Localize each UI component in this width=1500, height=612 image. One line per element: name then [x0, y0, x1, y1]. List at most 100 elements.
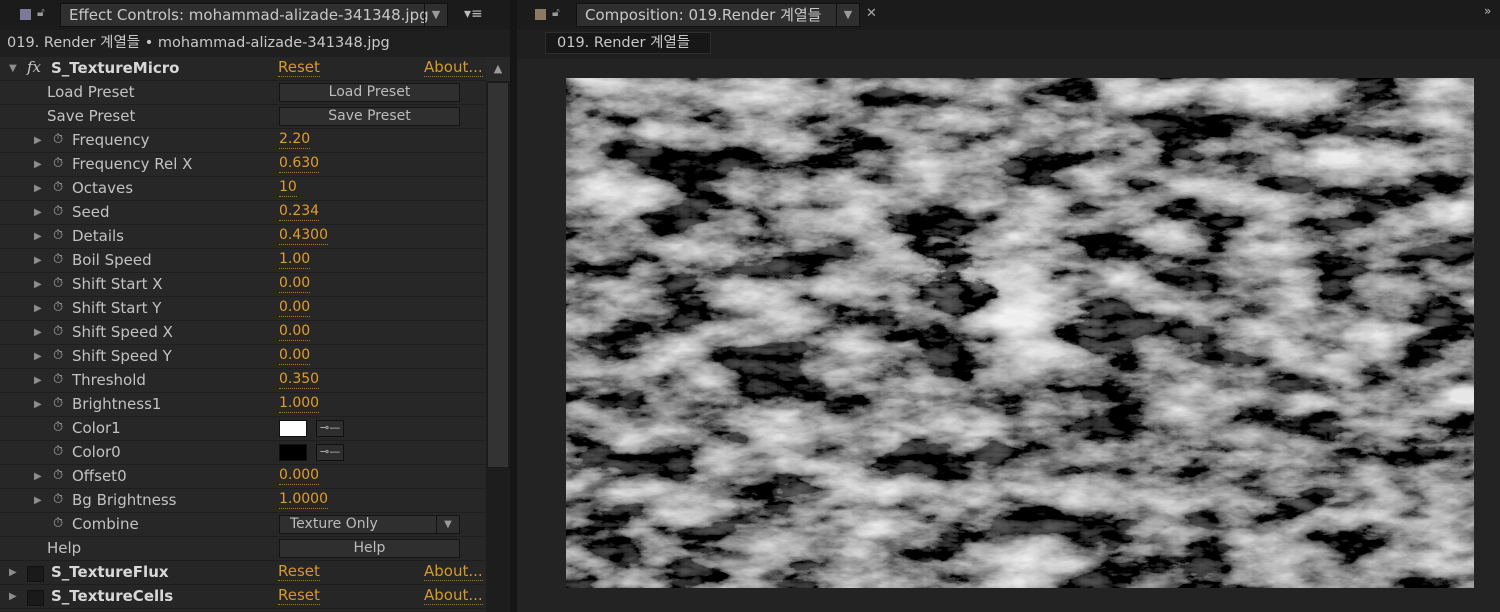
- eyedropper-icon[interactable]: ⊸—: [316, 420, 344, 437]
- expand-triangle-icon[interactable]: ▶: [34, 495, 42, 506]
- composition-tab[interactable]: Composition: 019.Render 계열들 ▼: [576, 3, 860, 27]
- param-value[interactable]: 0.4300: [279, 227, 328, 245]
- expand-triangle-icon[interactable]: ▶: [34, 279, 42, 290]
- stopwatch-icon[interactable]: ⏱: [53, 276, 63, 291]
- param-row-load-preset[interactable]: Load Preset Load Preset: [0, 81, 486, 105]
- param-value[interactable]: 0.00: [279, 347, 311, 365]
- stopwatch-icon[interactable]: ⏱: [53, 180, 63, 195]
- save-preset-button[interactable]: Save Preset: [279, 107, 460, 126]
- param-row-combine[interactable]: ⏱ Combine Texture Only ▼: [0, 513, 486, 537]
- expand-triangle-icon[interactable]: ▶: [34, 327, 42, 338]
- expand-triangle-icon[interactable]: ▶: [34, 351, 42, 362]
- stopwatch-icon[interactable]: ⏱: [53, 516, 63, 531]
- expand-triangle-icon[interactable]: ▶: [34, 207, 42, 218]
- chevron-down-icon[interactable]: ▼: [436, 516, 459, 533]
- param-row-shift-speed-x[interactable]: ▶ ⏱ Shift Speed X 0.00: [0, 321, 486, 345]
- reset-link[interactable]: Reset: [278, 563, 320, 581]
- effect-header-s-texturecells[interactable]: ▶ S_TextureCells Reset About...: [0, 585, 486, 609]
- combine-dropdown[interactable]: Texture Only ▼: [279, 515, 460, 534]
- param-value[interactable]: 0.000: [279, 467, 320, 485]
- fx-icon[interactable]: fx: [27, 58, 41, 76]
- stopwatch-icon[interactable]: ⏱: [53, 372, 63, 387]
- panel-divider[interactable]: [510, 0, 517, 612]
- param-value[interactable]: 0.00: [279, 323, 311, 341]
- reset-link[interactable]: Reset: [278, 59, 320, 77]
- expand-triangle-icon[interactable]: ▶: [34, 231, 42, 242]
- expand-triangle-icon[interactable]: ▶: [34, 159, 42, 170]
- param-row-shift-speed-y[interactable]: ▶ ⏱ Shift Speed Y 0.00: [0, 345, 486, 369]
- fx-toggle-checkbox[interactable]: [27, 590, 44, 606]
- param-value[interactable]: 0.00: [279, 299, 311, 317]
- param-row-boil-speed[interactable]: ▶ ⏱ Boil Speed 1.00: [0, 249, 486, 273]
- param-row-color0[interactable]: ⏱ Color0 ⊸—: [0, 441, 486, 465]
- stopwatch-icon[interactable]: ⏱: [53, 444, 63, 459]
- param-value[interactable]: 0.00: [279, 275, 311, 293]
- param-row-bg-brightness[interactable]: ▶ ⏱ Bg Brightness 1.0000: [0, 489, 486, 513]
- color-swatch[interactable]: [279, 444, 307, 461]
- param-value[interactable]: 0.350: [279, 371, 320, 389]
- param-row-color1[interactable]: ⏱ Color1 ⊸—: [0, 417, 486, 441]
- param-value[interactable]: 1.0000: [279, 491, 328, 509]
- param-row-details[interactable]: ▶ ⏱ Details 0.4300: [0, 225, 486, 249]
- expand-triangle-icon[interactable]: ▼: [9, 63, 17, 74]
- param-value[interactable]: 10: [279, 179, 297, 197]
- expand-triangle-icon[interactable]: ▶: [34, 135, 42, 146]
- about-link[interactable]: About...: [424, 59, 483, 77]
- expand-triangle-icon[interactable]: ▶: [34, 183, 42, 194]
- expand-triangle-icon[interactable]: ▶: [34, 471, 42, 482]
- param-row-shift-start-y[interactable]: ▶ ⏱ Shift Start Y 0.00: [0, 297, 486, 321]
- stopwatch-icon[interactable]: ⏱: [53, 252, 63, 267]
- param-row-save-preset[interactable]: Save Preset Save Preset: [0, 105, 486, 129]
- panel-overflow-icon[interactable]: »: [1484, 4, 1491, 18]
- stopwatch-icon[interactable]: ⏱: [53, 396, 63, 411]
- param-value[interactable]: 1.000: [279, 395, 320, 413]
- param-row-brightness1[interactable]: ▶ ⏱ Brightness1 1.000: [0, 393, 486, 417]
- param-value[interactable]: 0.234: [279, 203, 320, 221]
- stopwatch-icon[interactable]: ⏱: [53, 468, 63, 483]
- param-value[interactable]: 1.00: [279, 251, 311, 269]
- lock-icon[interactable]: 🔓︎: [552, 5, 560, 20]
- param-value[interactable]: 0.630: [279, 155, 320, 173]
- stopwatch-icon[interactable]: ⏱: [53, 492, 63, 507]
- tab-dropdown-icon[interactable]: ▼: [424, 4, 447, 26]
- stopwatch-icon[interactable]: ⏱: [53, 228, 63, 243]
- eyedropper-icon[interactable]: ⊸—: [316, 444, 344, 461]
- stopwatch-icon[interactable]: ⏱: [53, 324, 63, 339]
- param-row-octaves[interactable]: ▶ ⏱ Octaves 10: [0, 177, 486, 201]
- load-preset-button[interactable]: Load Preset: [279, 83, 460, 102]
- panel-menu-icon[interactable]: ▾≡: [464, 6, 483, 22]
- color-swatch[interactable]: [279, 420, 307, 437]
- expand-triangle-icon[interactable]: ▶: [34, 303, 42, 314]
- effect-header-s-texturemicro[interactable]: ▼ fx S_TextureMicro Reset About...: [0, 57, 486, 81]
- fx-toggle-checkbox[interactable]: [27, 566, 44, 582]
- stopwatch-icon[interactable]: ⏱: [53, 204, 63, 219]
- expand-triangle-icon[interactable]: ▶: [34, 255, 42, 266]
- scroll-up-arrow-icon[interactable]: ▲: [486, 57, 510, 81]
- stopwatch-icon[interactable]: ⏱: [53, 156, 63, 171]
- param-value[interactable]: 2.20: [279, 131, 311, 149]
- param-row-frequency-rel-x[interactable]: ▶ ⏱ Frequency Rel X 0.630: [0, 153, 486, 177]
- collapse-triangle-icon[interactable]: ▶: [9, 567, 17, 578]
- param-row-offset0[interactable]: ▶ ⏱ Offset0 0.000: [0, 465, 486, 489]
- about-link[interactable]: About...: [424, 587, 483, 605]
- help-button[interactable]: Help: [279, 539, 460, 558]
- reset-link[interactable]: Reset: [278, 587, 320, 605]
- scrollbar-thumb[interactable]: [487, 82, 509, 468]
- param-row-frequency[interactable]: ▶ ⏱ Frequency 2.20: [0, 129, 486, 153]
- stopwatch-icon[interactable]: ⏱: [53, 420, 63, 435]
- stopwatch-icon[interactable]: ⏱: [53, 132, 63, 147]
- effect-controls-tab[interactable]: Effect Controls: mohammad-alizade-341348…: [60, 3, 448, 27]
- param-row-seed[interactable]: ▶ ⏱ Seed 0.234: [0, 201, 486, 225]
- param-row-shift-start-x[interactable]: ▶ ⏱ Shift Start X 0.00: [0, 273, 486, 297]
- close-tab-icon[interactable]: ✕: [866, 6, 877, 21]
- param-row-help[interactable]: Help Help: [0, 537, 486, 561]
- lock-icon[interactable]: 🔓︎: [37, 5, 45, 20]
- collapse-triangle-icon[interactable]: ▶: [9, 591, 17, 602]
- effect-header-s-textureflux[interactable]: ▶ S_TextureFlux Reset About...: [0, 561, 486, 585]
- expand-triangle-icon[interactable]: ▶: [34, 399, 42, 410]
- tab-dropdown-icon[interactable]: ▼: [836, 4, 859, 26]
- stopwatch-icon[interactable]: ⏱: [53, 300, 63, 315]
- composition-breadcrumb[interactable]: 019. Render 계열들: [545, 32, 711, 54]
- expand-triangle-icon[interactable]: ▶: [34, 375, 42, 386]
- stopwatch-icon[interactable]: ⏱: [53, 348, 63, 363]
